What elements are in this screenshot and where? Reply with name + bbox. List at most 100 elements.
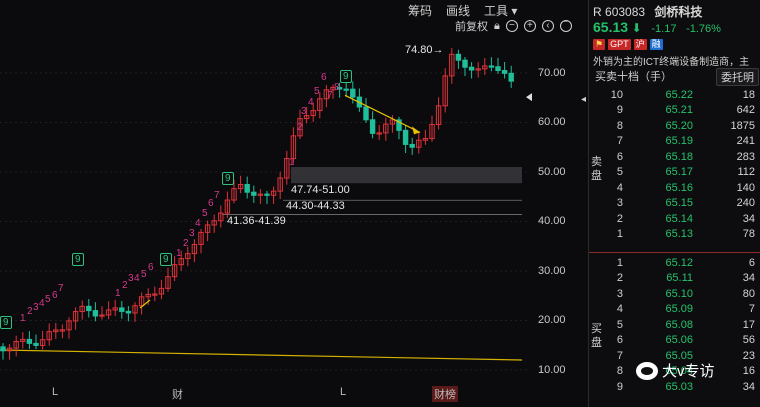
gap-zone [291, 167, 522, 184]
high-price-label: 74.80→ [405, 44, 444, 56]
price[interactable]: 65.09 [623, 303, 693, 315]
ask-row[interactable]: 8 65.20 1875 [603, 118, 759, 134]
price[interactable]: 65.08 [623, 319, 693, 331]
ask-row[interactable]: 7 65.19 241 [603, 134, 759, 150]
price[interactable]: 65.17 [623, 166, 693, 178]
volume: 1875 [730, 119, 755, 132]
watermark-text: 大v专访 [662, 363, 715, 380]
volume: 56 [742, 334, 755, 347]
price-line: 65.13 ⬇ -1.17 -1.76% [593, 19, 721, 35]
volume: 140 [736, 181, 755, 194]
draw-line-tool[interactable]: 画线 [446, 2, 470, 19]
zoom-in-icon[interactable]: + [523, 20, 536, 32]
price[interactable]: 65.15 [623, 197, 693, 209]
td-count: 4 [134, 273, 140, 284]
bid-row[interactable]: 5 65.08 17 [603, 317, 759, 333]
level: 3 [616, 287, 623, 300]
ask-row[interactable]: 10 65.22 18 [603, 87, 759, 103]
td-count: 2 [297, 122, 303, 133]
td-count: 1 [176, 248, 182, 259]
candle-body [33, 342, 39, 346]
td-count: 1 [115, 288, 121, 299]
candle-body [26, 338, 33, 344]
price[interactable]: 65.20 [623, 120, 693, 132]
candle-body [508, 72, 514, 82]
candle-body [244, 183, 250, 193]
price[interactable]: 65.18 [623, 151, 693, 163]
collapse-up-icon[interactable]: ˆ [559, 20, 572, 32]
price[interactable]: 65.12 [623, 257, 693, 269]
candle-body [462, 59, 468, 68]
zoom-out-icon[interactable]: − [505, 20, 518, 32]
ask-row[interactable]: 2 65.14 34 [603, 211, 759, 227]
down-arrow-icon: ⬇ [631, 21, 642, 35]
bid-row[interactable]: 6 65.06 56 [603, 333, 759, 349]
ask-row[interactable]: 1 65.13 78 [603, 227, 759, 243]
orderbook-divider [589, 252, 760, 253]
bid-row[interactable]: 2 65.11 34 [603, 271, 759, 287]
price[interactable]: 65.14 [623, 213, 693, 225]
quote-panel: R 603083 剑桥科技 65.13 ⬇ -1.17 -1.76% ⚑ GPT 沪… [581, 0, 760, 407]
stock-title: R 603083 剑桥科技 [593, 3, 702, 20]
x-tick: L [52, 386, 59, 398]
scroll-left-icon[interactable]: ‹ [541, 20, 554, 32]
ask-row[interactable]: 5 65.17 112 [603, 165, 759, 181]
stock-tag: ⚑ [593, 39, 606, 50]
chart-toolbar: 筹码 画线 工具 ▾ [408, 2, 517, 19]
chips-tool[interactable]: 筹码 [408, 2, 432, 19]
orderbook-title[interactable]: 买卖十档（手） [595, 68, 672, 86]
level: 5 [616, 166, 623, 179]
level: 6 [616, 150, 623, 163]
td-count: 3 [33, 302, 39, 313]
volume: 240 [736, 197, 755, 210]
price[interactable]: 65.11 [623, 272, 693, 284]
ask-row[interactable]: 9 65.21 642 [603, 103, 759, 119]
bid-row[interactable]: 1 65.12 6 [603, 255, 759, 271]
candle-body [264, 193, 270, 196]
price[interactable]: 65.13 [623, 228, 693, 240]
current-price-marker [526, 93, 532, 102]
td-count: 4 [308, 97, 314, 108]
y-tick: 40.00 [538, 215, 566, 227]
level: 4 [616, 181, 623, 194]
restore-right-toggle[interactable]: 前复权 [455, 18, 488, 34]
td-count: 6 [321, 72, 327, 83]
y-tick: 30.00 [538, 265, 566, 277]
level: 2 [616, 212, 623, 225]
price[interactable]: 65.10 [623, 288, 693, 300]
td-count: 7 [214, 190, 220, 201]
kline-chart[interactable]: 筹码 画线 工具 ▾ 前复权 🔒︎ − + ‹ ˆ 70.00 60.00 50… [0, 0, 588, 407]
bid-row[interactable]: 4 65.09 7 [603, 302, 759, 318]
price[interactable]: 65.03 [623, 381, 693, 393]
price[interactable]: 65.19 [623, 135, 693, 147]
volume: 241 [736, 135, 755, 148]
tools-menu[interactable]: 工具 ▾ [484, 2, 517, 19]
y-tick: 20.00 [538, 314, 566, 326]
price[interactable]: 65.22 [623, 89, 693, 101]
td-count: 5 [45, 294, 51, 305]
candle-body [468, 66, 475, 71]
ask-row[interactable]: 3 65.15 240 [603, 196, 759, 212]
level: 10 [610, 88, 623, 101]
level: 9 [616, 104, 623, 117]
bid-row[interactable]: 3 65.10 80 [603, 286, 759, 302]
chart-controls: 前复权 🔒︎ − + ‹ ˆ [455, 18, 572, 34]
ask-row[interactable]: 4 65.16 140 [603, 180, 759, 196]
wechat-logo-icon [636, 361, 658, 380]
last-price: 65.13 [593, 19, 629, 35]
price-change-pct: -1.76% [686, 23, 721, 35]
td-count: 6 [52, 290, 58, 301]
level: 3 [616, 197, 623, 210]
company-description: 外销为主的ICT终端设备制造商，主 [593, 57, 750, 68]
bid-row[interactable]: 9 65.03 34 [603, 379, 759, 395]
sell-side-label: 卖盘 [591, 156, 602, 182]
collapse-arrow-icon[interactable]: ◂ [581, 94, 586, 105]
ask-row[interactable]: 6 65.18 283 [603, 149, 759, 165]
commission-detail-tab[interactable]: 委托明 [716, 68, 759, 86]
level: 7 [616, 349, 623, 362]
lock-icon[interactable]: 🔒︎ [494, 20, 500, 33]
price[interactable]: 65.16 [623, 182, 693, 194]
price[interactable]: 65.21 [623, 104, 693, 116]
level: 1 [616, 256, 623, 269]
price[interactable]: 65.06 [623, 334, 693, 346]
